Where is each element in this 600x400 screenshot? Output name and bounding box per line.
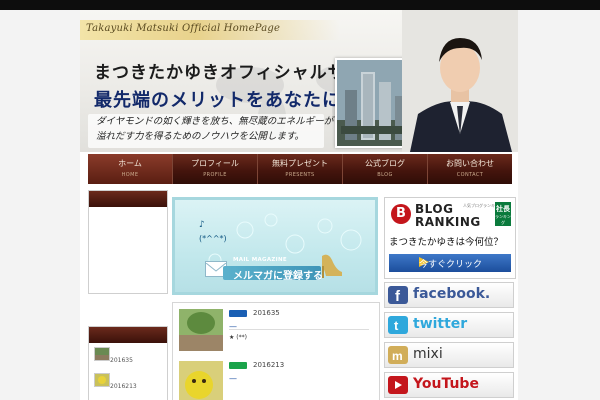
news-title-link[interactable]: — (229, 374, 237, 383)
facebook-icon: f (388, 286, 408, 305)
left-sidebar-box (88, 190, 168, 294)
youtube-icon (388, 376, 408, 394)
svg-text:f: f (395, 288, 401, 304)
top-bar (0, 0, 600, 10)
news-date: 2016213 (253, 361, 285, 369)
nav-label-profile: プロフィール (191, 159, 239, 168)
nav-item-profile[interactable]: プロフィール PROFILE (173, 154, 258, 184)
nav-sublabel-blog: BLOG (377, 172, 393, 178)
left-recent-thumbnail (94, 347, 110, 361)
left-box-header (89, 191, 167, 207)
youtube-button[interactable]: YouTube (384, 372, 514, 398)
mail-magazine-label: MAIL MAGAZINE (233, 257, 287, 263)
youtube-label: YouTube (413, 376, 479, 392)
news-divider (229, 329, 369, 330)
news-item[interactable]: 201635 — ★ (**) (179, 309, 369, 357)
left-recent-posts-box: 201635 2016213 (88, 326, 168, 400)
svg-text:t: t (394, 318, 399, 333)
left-recent-thumbnail (94, 373, 110, 387)
banner-music-note: ♪ (199, 220, 205, 230)
click-now-label: 今すぐクリック (419, 260, 483, 270)
left-recent-item[interactable]: 2016213 (89, 369, 167, 395)
mail-magazine-register-label: メルマガに登録する (233, 271, 323, 282)
site-header: Takayuki Matsuki Official HomePage まつきたか… (80, 10, 518, 152)
left-recent-date: 201635 (110, 357, 133, 364)
news-item[interactable]: 2016213 — (179, 361, 369, 400)
nav-label-presents: 無料プレゼント (272, 159, 328, 168)
news-list: 201635 — ★ (**) 2016213 — (172, 302, 380, 400)
left-recent-date: 2016213 (110, 383, 137, 390)
blog-ranking-question: まつきたかゆきは今何位？ (389, 237, 504, 248)
ceo-ranking-badge: 社長 ランキング (495, 202, 511, 226)
news-category-badge (229, 362, 247, 369)
right-gutter (518, 10, 600, 400)
twitter-label: twitter (413, 316, 468, 332)
ceo-badge-top: 社長 (496, 205, 510, 213)
header-script-title: Takayuki Matsuki Official HomePage (86, 23, 281, 34)
nav-label-blog: 公式ブログ (365, 159, 405, 168)
news-thumbnail (179, 361, 223, 400)
header-desc-line2: 溢れだす力を得るためのノウハウを公開します。 (96, 131, 305, 142)
header-description: ダイヤモンドの如く輝きを放ち、無尽蔵のエネルギーが 溢れだす力を得るためのノウハ… (88, 114, 334, 148)
nav-label-contact: お問い合わせ (446, 159, 494, 168)
left-recent-item[interactable]: 201635 (89, 343, 167, 369)
news-category-badge (229, 310, 247, 317)
news-excerpt: ★ (**) (229, 334, 247, 341)
blog-ranking-logo-letter: B (396, 206, 406, 221)
site-subtitle: 最先端のメリットをあなたに (94, 90, 341, 111)
left-gutter (0, 10, 80, 400)
blog-ranking-logo-icon: B (391, 204, 411, 224)
svg-text:m: m (392, 349, 403, 363)
header-desc-line1: ダイヤモンドの如く輝きを放ち、無尽蔵のエネルギーが (96, 116, 334, 127)
mixi-button[interactable]: m mixi (384, 342, 514, 368)
mail-magazine-register-button[interactable]: メルマガに登録する (223, 266, 323, 282)
mixi-icon: m (388, 346, 408, 364)
ceo-badge-bottom: ランキング (495, 214, 511, 225)
profile-portrait (402, 10, 518, 152)
twitter-button[interactable]: t twitter (384, 312, 514, 338)
nav-sublabel-contact: CONTACT (456, 172, 484, 178)
nav-item-blog[interactable]: 公式ブログ BLOG (343, 154, 428, 184)
nav-item-home[interactable]: ホーム HOME (88, 154, 173, 184)
twitter-icon: t (388, 316, 408, 334)
mixi-label: mixi (413, 346, 443, 362)
news-date: 201635 (253, 309, 280, 317)
facebook-button[interactable]: f facebook. (384, 282, 514, 308)
news-thumbnail (179, 309, 223, 351)
blog-ranking-word-ranking: RANKING (415, 215, 481, 229)
banner-emoticon: (*^^*) (199, 234, 227, 243)
nav-item-presents[interactable]: 無料プレゼント PRESENTS (258, 154, 343, 184)
mail-magazine-banner[interactable]: ♪ (*^^*) MAIL MAGAZINE メルマガに登録する (172, 197, 378, 295)
blog-ranking-word-blog: BLOG (415, 202, 454, 216)
nav-sublabel-home: HOME (121, 172, 139, 178)
left-recent-header (89, 327, 167, 343)
main-navigation: ホーム HOME プロフィール PROFILE 無料プレゼント PRESENTS… (88, 154, 512, 184)
nav-item-contact[interactable]: お問い合わせ CONTACT (428, 154, 512, 184)
blog-ranking-widget[interactable]: B BLOG RANKING 人気ブログランキング 社長 ランキング まつきたか… (384, 197, 516, 279)
nav-sublabel-presents: PRESENTS (285, 172, 315, 178)
click-now-button[interactable]: 今すぐクリック (389, 254, 511, 272)
page-container: Takayuki Matsuki Official HomePage まつきたか… (80, 10, 518, 400)
nav-sublabel-profile: PROFILE (203, 172, 227, 178)
facebook-label: facebook. (413, 286, 491, 302)
high-heel-icon (322, 254, 342, 278)
nav-label-home: ホーム (118, 159, 142, 168)
